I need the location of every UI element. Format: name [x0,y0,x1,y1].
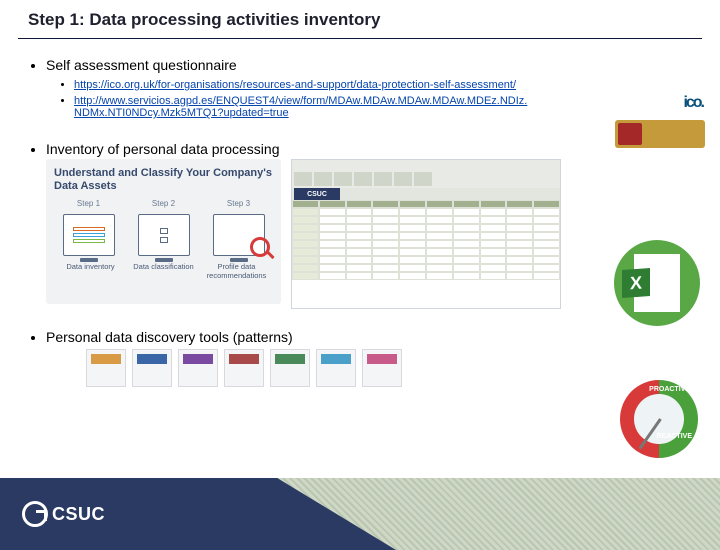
dial-label-reactive: REACTIVE [657,433,692,440]
classify-heading: Understand and Classify Your Company's D… [54,167,273,193]
tool-icon [86,349,126,387]
bullet-inventory: Inventory of personal data processing Un… [46,141,690,309]
link-agpd[interactable]: http://www.servicios.agpd.es/ENQUEST4/vi… [74,95,527,119]
sidebar-badges: ico. [615,92,705,148]
spreadsheet-titlebar: CSUC [292,188,560,200]
bullet-text: Self assessment questionnaire [46,57,237,73]
page-title: Step 1: Data processing activities inven… [28,10,720,30]
link-ico[interactable]: https://ico.org.uk/for-organisations/res… [74,79,516,91]
list-item: https://ico.org.uk/for-organisations/res… [74,79,534,91]
step-labels: Step 1 Step 2 Step 3 [54,199,273,208]
tool-icon [178,349,218,387]
spreadsheet-grid [292,200,560,280]
monitor-icon [213,214,265,256]
bullet-self-assessment: Self assessment questionnaire https://ic… [46,57,690,119]
caption: Profile data recommendations [200,262,273,280]
screens [54,214,273,256]
agpd-facilita-logo [615,120,705,148]
caption: Data inventory [54,262,127,280]
ico-text: ico. [683,94,703,112]
slide-content: Self assessment questionnaire https://ic… [0,39,720,387]
tool-icon [224,349,264,387]
caption: Data classification [127,262,200,280]
excel-sheet: X [634,254,680,312]
captions: Data inventory Data classification Profi… [54,262,273,280]
excel-icon: X [614,240,700,326]
links-list: https://ico.org.uk/for-organisations/res… [74,79,690,119]
footer-inner: CSUC [0,478,396,550]
dial-label-proactive: PROACTIVE [649,386,690,393]
monitor-icon [138,214,190,256]
csuc-mini-logo: CSUC [294,188,340,200]
ico-logo: ico. [681,92,705,114]
classify-card: Understand and Classify Your Company's D… [46,159,281,304]
spreadsheet-ribbon [292,160,560,188]
bullet-text: Personal data discovery tools (patterns) [46,329,293,345]
spreadsheet-thumbnail: CSUC [291,159,561,309]
tool-icons-row [86,349,690,387]
inventory-graphics: Understand and Classify Your Company's D… [46,159,690,309]
excel-x: X [622,268,650,298]
monitor-icon [63,214,115,256]
tool-icon [132,349,172,387]
csuc-logo: CSUC [22,501,105,527]
magnifier-icon [250,237,270,257]
list-item: http://www.servicios.agpd.es/ENQUEST4/vi… [74,95,534,119]
tool-icon [316,349,356,387]
step-label: Step 1 [54,199,123,208]
tool-icon [270,349,310,387]
bullet-text: Inventory of personal data processing [46,141,279,157]
bullet-list: Self assessment questionnaire https://ic… [30,57,690,387]
bullet-discovery: Personal data discovery tools (patterns) [46,329,690,387]
footer-band: CSUC [0,478,720,550]
csuc-text: CSUC [52,504,105,525]
tool-icon [362,349,402,387]
csuc-mark-icon [22,501,48,527]
step-label: Step 3 [204,199,273,208]
proactive-reactive-dial: PROACTIVE REACTIVE [620,380,698,458]
step-label: Step 2 [129,199,198,208]
